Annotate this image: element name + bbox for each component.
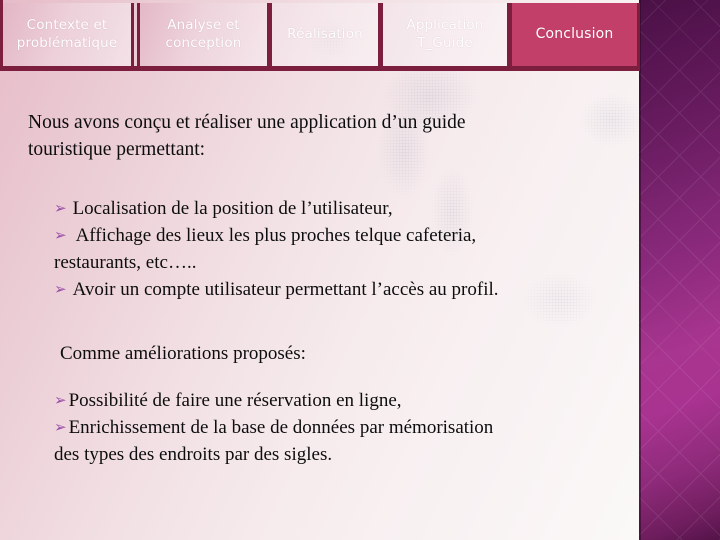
tab-conclusion[interactable]: Conclusion (509, 3, 640, 66)
list-item-continuation: restaurants, etc….. (54, 251, 197, 273)
intro-paragraph: Nous avons conçu et réaliser une applica… (28, 110, 624, 163)
list-item-continuation: des types des endroits par des sigles. (54, 443, 333, 465)
section-tab-bar: Contexte et problématique Analyse et con… (0, 0, 640, 71)
features-bullet-list: ➢ Localisation de la position de l’utilis… (54, 196, 624, 304)
list-item-label: Affichage des lieux les plus proches tel… (75, 224, 477, 246)
tab-application-label: Application T_Guide (406, 17, 484, 51)
arrow-bullet-icon: ➢ (54, 391, 67, 409)
list-item-label: Possibilité de faire une réservation en … (68, 390, 402, 411)
intro-line-2: touristique permettant: (28, 138, 206, 160)
arrow-bullet-icon: ➢ (54, 279, 67, 298)
tab-contexte-label: Contexte et problématique (16, 17, 118, 51)
list-item-label: Enrichissement de la base de données par… (68, 416, 494, 438)
list-item: ➢ Localisation de la position de l’utilis… (54, 196, 624, 223)
tab-analyse-et-conception[interactable]: Analyse et conception (137, 3, 270, 66)
tab-contexte-et-problematique[interactable]: Contexte et problématique (0, 3, 134, 66)
tab-conclusion-label: Conclusion (535, 25, 614, 42)
slide-canvas: Contexte et problématique Analyse et con… (0, 0, 720, 540)
list-item: ➢ Enrichissement de la base de données pa… (54, 415, 624, 442)
improvements-heading: Comme améliorations proposés: (60, 343, 306, 364)
list-item: ➢ Affichage des lieux les plus proches te… (54, 223, 624, 250)
tab-application-t-guide[interactable]: Application T_Guide (380, 3, 510, 66)
arrow-bullet-icon: ➢ (54, 225, 67, 244)
improvements-bullet-list: ➢ Possibilité de faire une réservation en… (54, 388, 624, 469)
list-item-label: Localisation de la position de l’utilisa… (72, 198, 393, 219)
diamond-pattern-overlay (639, 0, 720, 540)
list-item: ➢ Possibilité de faire une réservation en… (54, 388, 624, 415)
tab-realisation-label: Réalisation (287, 25, 363, 42)
arrow-bullet-icon: ➢ (54, 417, 67, 436)
arrow-bullet-icon: ➢ (54, 199, 67, 217)
list-item-label: Avoir un compte utilisateur permettant l… (72, 278, 499, 300)
right-decorative-band (639, 0, 720, 540)
tab-analyse-label: Analyse et conception (165, 17, 242, 51)
list-item: ➢ Avoir un compte utilisateur permettant … (54, 277, 624, 304)
slide-body: Nous avons conçu et réaliser une applica… (0, 71, 640, 540)
intro-line-1: Nous avons conçu et réaliser une applica… (28, 112, 466, 133)
tab-realisation[interactable]: Réalisation (269, 3, 381, 66)
